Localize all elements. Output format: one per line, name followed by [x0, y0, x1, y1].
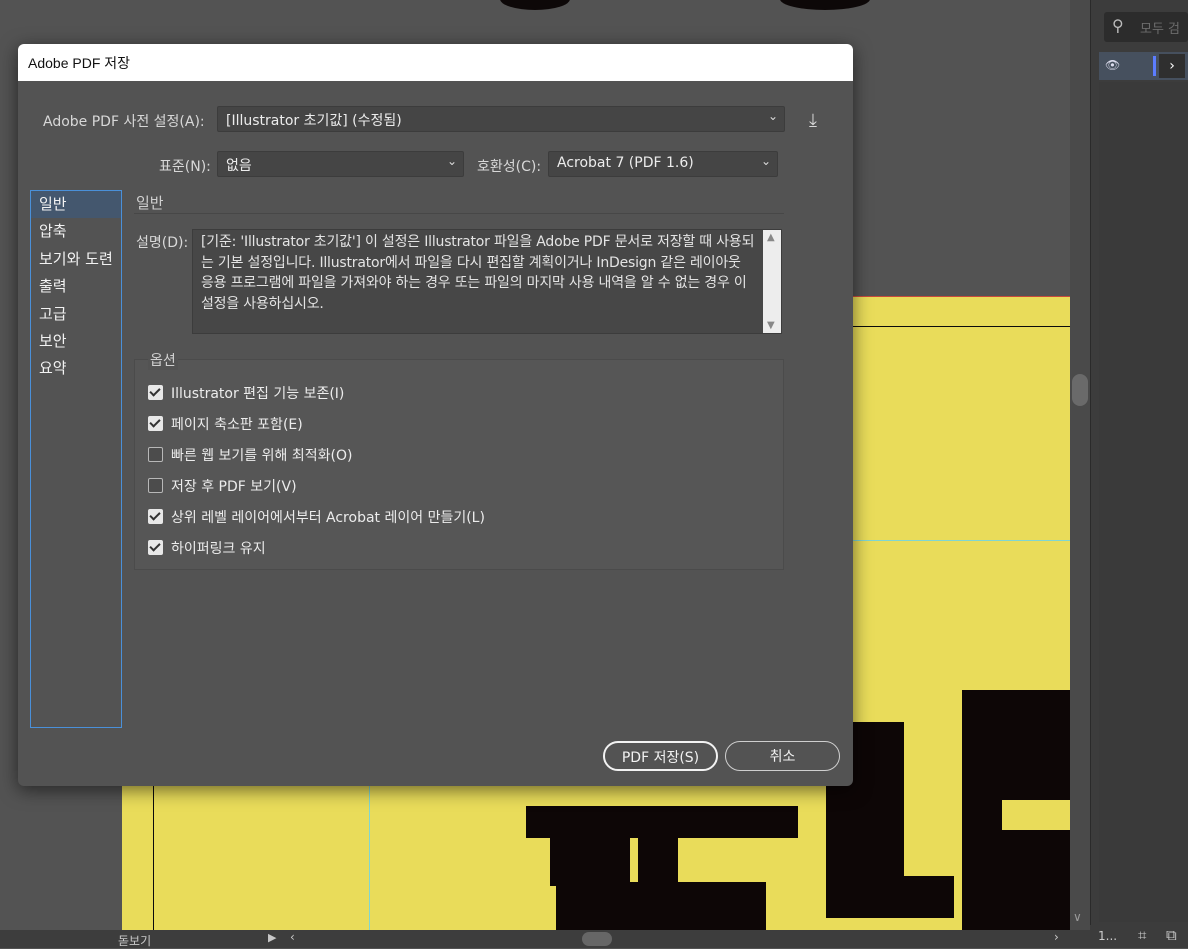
play-icon[interactable]: ▶ — [268, 931, 276, 944]
option-keep-hyperlinks[interactable]: 하이퍼링크 유지 — [148, 538, 266, 558]
chevron-down-icon: ⌄ — [446, 154, 457, 168]
nav-item-advanced[interactable]: 고급 — [31, 301, 121, 328]
option-label: 상위 레벨 레이어에서부터 Acrobat 레이어 만들기(L) — [171, 510, 485, 526]
option-label: 저장 후 PDF 보기(V) — [171, 479, 297, 495]
checkbox[interactable] — [148, 478, 163, 493]
layer-list — [1099, 82, 1188, 922]
compat-label: 호환성(C): — [477, 159, 542, 175]
nav-item-output[interactable]: 출력 — [31, 273, 121, 300]
vertical-scrollbar[interactable] — [1070, 0, 1090, 930]
scroll-down-icon[interactable]: ∨ — [1073, 910, 1082, 924]
options-title: 옵션 — [148, 350, 178, 370]
cancel-button[interactable]: 취소 — [725, 741, 840, 771]
option-label: Illustrator 편집 기능 보존(I) — [171, 386, 345, 402]
eye-icon[interactable]: 👁 — [1105, 58, 1120, 72]
checkbox[interactable] — [148, 416, 163, 431]
preset-value: [Illustrator 초기값] (수정됨) — [226, 113, 402, 129]
chevron-down-icon: ⌄ — [760, 154, 771, 168]
option-preserve-editing[interactable]: Illustrator 편집 기능 보존(I) — [148, 383, 344, 403]
option-label: 하이퍼링크 유지 — [171, 541, 266, 557]
description-box[interactable]: [기준: 'Illustrator 초기값'] 이 설정은 Illustrato… — [192, 229, 782, 334]
checkbox[interactable] — [148, 447, 163, 462]
nav-item-summary[interactable]: 요약 — [31, 355, 121, 382]
option-acrobat-layers[interactable]: 상위 레벨 레이어에서부터 Acrobat 레이어 만들기(L) — [148, 507, 485, 527]
artboard-icon[interactable]: ⌗ — [1138, 926, 1146, 944]
option-fast-web-view[interactable]: 빠른 웹 보기를 위해 최적화(O) — [148, 445, 352, 465]
expand-chevron-icon[interactable]: › — [1159, 54, 1185, 78]
layers-search[interactable]: ⚲ 모두 검 — [1104, 12, 1188, 42]
smart-guide — [853, 540, 1070, 541]
nav-item-general[interactable]: 일반 — [31, 191, 121, 219]
smart-guide — [369, 786, 370, 930]
dialog-title: Adobe PDF 저장 — [28, 55, 131, 71]
search-input[interactable]: 모두 검 — [1140, 18, 1180, 37]
save-pdf-button[interactable]: PDF 저장(S) — [603, 741, 718, 771]
option-label: 페이지 축소판 포함(E) — [171, 417, 303, 433]
layer-color-bar — [1153, 56, 1156, 76]
scroll-right-icon[interactable]: › — [1054, 930, 1059, 944]
search-icon: ⚲ — [1112, 16, 1124, 35]
preset-select[interactable]: [Illustrator 초기값] (수정됨) ⌄ — [217, 106, 785, 132]
description-scrollbar[interactable]: ▲ ▼ — [763, 230, 781, 333]
divider — [134, 213, 784, 214]
horizontal-scroll-thumb[interactable] — [582, 932, 612, 946]
description-label: 설명(D): — [136, 235, 189, 251]
checkbox[interactable] — [148, 385, 163, 400]
description-text: [기준: 'Illustrator 초기값'] 이 설정은 Illustrato… — [201, 234, 755, 312]
standard-value: 없음 — [226, 158, 252, 174]
chevron-down-icon: ⌄ — [767, 109, 778, 123]
save-pdf-dialog: Adobe PDF 저장 Adobe PDF 사전 설정(A): [Illust… — [18, 44, 853, 786]
scroll-left-icon[interactable]: ‹ — [290, 930, 295, 944]
option-embed-thumbnails[interactable]: 페이지 축소판 포함(E) — [148, 414, 303, 434]
section-title: 일반 — [136, 194, 164, 212]
standard-label: 표준(N): — [159, 159, 211, 175]
save-preset-icon[interactable]: ⤓ — [800, 110, 826, 134]
scroll-up-icon[interactable]: ▲ — [767, 232, 775, 243]
checkbox[interactable] — [148, 509, 163, 524]
layers-panel-footer: 1... ⌗ ⧉ — [1090, 925, 1188, 948]
layer-count: 1... — [1098, 929, 1118, 943]
nav-item-security[interactable]: 보안 — [31, 328, 121, 355]
category-list: 일반 압축 보기와 도련 출력 고급 보안 요약 — [30, 190, 122, 728]
checkbox[interactable] — [148, 540, 163, 555]
status-bar: 돋보기 ▶ ‹ › — [0, 930, 1090, 948]
option-view-after-save[interactable]: 저장 후 PDF 보기(V) — [148, 476, 297, 496]
nav-item-marks-bleeds[interactable]: 보기와 도련 — [31, 246, 121, 273]
standard-select[interactable]: 없음 ⌄ — [217, 151, 464, 177]
layer-row[interactable]: 👁 › — [1099, 52, 1188, 80]
compat-value: Acrobat 7 (PDF 1.6) — [557, 155, 694, 171]
nav-item-compression[interactable]: 압축 — [31, 218, 121, 245]
export-icon[interactable]: ⧉ — [1166, 926, 1177, 944]
preset-label: Adobe PDF 사전 설정(A): — [43, 114, 205, 130]
dialog-titlebar[interactable]: Adobe PDF 저장 — [18, 44, 853, 81]
option-label: 빠른 웹 보기를 위해 최적화(O) — [171, 448, 353, 464]
tool-status-label: 돋보기 — [118, 934, 152, 948]
compat-select[interactable]: Acrobat 7 (PDF 1.6) ⌄ — [548, 151, 778, 177]
scroll-down-icon[interactable]: ▼ — [767, 320, 775, 331]
vertical-scroll-thumb[interactable] — [1072, 374, 1088, 406]
